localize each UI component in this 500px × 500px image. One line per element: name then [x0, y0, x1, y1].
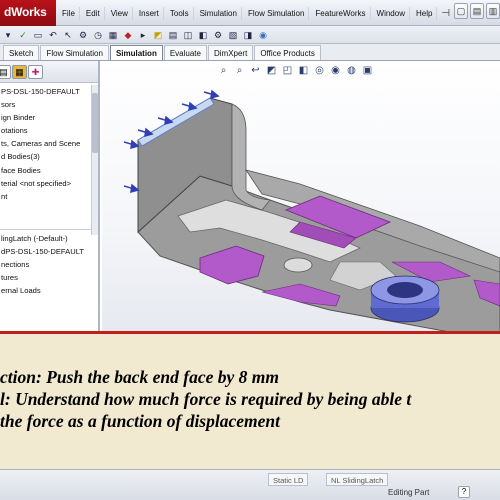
- tree-scrollbar[interactable]: [91, 85, 98, 235]
- tab-sketch[interactable]: Sketch: [3, 45, 40, 60]
- tab-dimxpert[interactable]: DimXpert: [207, 45, 254, 60]
- feature-tree: PS-DSL-150-DEFAULT sors ign Binder otati…: [0, 85, 92, 297]
- latch-model[interactable]: [102, 61, 500, 333]
- tree-item-annotations[interactable]: otations: [0, 124, 92, 137]
- menu-view[interactable]: View: [107, 6, 133, 20]
- standard-toolbar: ▾ ✓ ▭ ↶ ↖ ⚙ ◷ ▦ ◆ ▸ ◩ ▤ ◫ ◧ ⚙ ▧ ◨ ◉: [0, 26, 500, 44]
- tab-simulation[interactable]: Simulation: [109, 45, 163, 60]
- help-icon[interactable]: ?: [458, 486, 470, 498]
- appearance-icon[interactable]: ◉: [257, 29, 269, 41]
- bushing-bore: [387, 282, 423, 298]
- study-tab-static[interactable]: Static LD: [268, 473, 309, 486]
- rebuild-clock-icon[interactable]: ◷: [92, 29, 104, 41]
- config-manager-icon[interactable]: ✚: [28, 65, 43, 79]
- select-icon[interactable]: ↖: [62, 29, 74, 41]
- slide-line-goal: l: Understand how much force is required…: [0, 389, 412, 409]
- command-manager-tabs: Sketch Flow Simulation Simulation Evalua…: [0, 44, 500, 61]
- status-text: Editing Part: [388, 488, 430, 497]
- menu-simulation[interactable]: Simulation: [196, 6, 242, 20]
- menu-flow-simulation[interactable]: Flow Simulation: [244, 6, 310, 20]
- app-logo: dWorks: [0, 0, 56, 26]
- tree-item-design-binder[interactable]: ign Binder: [0, 111, 92, 124]
- options-icon[interactable]: ⚙: [77, 29, 89, 41]
- app-logo-text: dWorks: [4, 5, 47, 19]
- tree-item-connections[interactable]: nections: [0, 258, 92, 271]
- tree-item-blank: [0, 203, 92, 216]
- tab-flow-simulation[interactable]: Flow Simulation: [40, 45, 109, 60]
- file-properties-icon[interactable]: ▦: [107, 29, 119, 41]
- tree-item-fixtures[interactable]: tures: [0, 271, 92, 284]
- menu-window[interactable]: Window: [373, 6, 410, 20]
- tree-item-study[interactable]: lingLatch (-Default-): [0, 232, 92, 245]
- open-icon[interactable]: ▤: [470, 3, 484, 19]
- tree-scrollbar-thumb[interactable]: [92, 93, 98, 153]
- tree-item-study-part[interactable]: dPS-DSL-150-DEFAULT: [0, 245, 92, 258]
- menu-help[interactable]: Help: [412, 6, 438, 20]
- compare-icon[interactable]: ◨: [242, 29, 254, 41]
- menu-pin-icon[interactable]: ⊣: [441, 8, 450, 19]
- tree-item-front-plane[interactable]: nt: [0, 190, 92, 203]
- plot-icon[interactable]: ▤: [167, 29, 179, 41]
- menu-bar: File Edit View Insert Tools Simulation F…: [58, 0, 450, 26]
- latch-hole: [283, 257, 313, 273]
- mesh-icon[interactable]: ◫: [182, 29, 194, 41]
- tree-item-solid-bodies[interactable]: d Bodies(3): [0, 150, 92, 163]
- property-manager-icon[interactable]: ▦: [12, 65, 27, 79]
- tree-item-material[interactable]: terial <not specified>: [0, 177, 92, 190]
- menu-tools[interactable]: Tools: [166, 6, 194, 20]
- tree-item-external-loads[interactable]: ernal Loads: [0, 284, 92, 297]
- menu-featureworks[interactable]: FeatureWorks: [311, 6, 371, 20]
- rebuild-icon[interactable]: ✓: [17, 29, 29, 41]
- menu-file[interactable]: File: [58, 6, 80, 20]
- run-icon[interactable]: ▸: [137, 29, 149, 41]
- dropdown-arrow-icon[interactable]: ▾: [2, 29, 14, 41]
- study-tab-nonlinear[interactable]: NL SlidingLatch: [326, 473, 389, 486]
- settings-icon[interactable]: ⚙: [212, 29, 224, 41]
- title-icons: ▢ ▤ ▥: [454, 3, 500, 19]
- tree-item-sensors[interactable]: sors: [0, 98, 92, 111]
- tab-evaluate[interactable]: Evaluate: [163, 45, 207, 60]
- save-icon[interactable]: ▥: [486, 3, 500, 19]
- tree-divider: [0, 216, 92, 230]
- title-bar: dWorks File Edit View Insert Tools Simul…: [0, 0, 500, 26]
- slide-line-action: ction: Push the back end face by 8 mm: [0, 367, 280, 387]
- results-icon[interactable]: ◩: [152, 29, 164, 41]
- graphics-area[interactable]: ⌕ ⌕ ↩ ◩ ◰ ◧ ◎ ◉ ◍ ▣: [102, 61, 500, 333]
- undo-icon[interactable]: ↶: [47, 29, 59, 41]
- slide-text-panel: ction: Push the back end face by 8 mm l:…: [0, 331, 500, 469]
- menu-insert[interactable]: Insert: [135, 6, 164, 20]
- feature-manager-header: ▤ ▦ ✚: [0, 61, 98, 83]
- new-document-icon[interactable]: ▢: [454, 3, 468, 19]
- menu-edit[interactable]: Edit: [82, 6, 105, 20]
- tree-item-surface-bodies[interactable]: face Bodies: [0, 164, 92, 177]
- status-bar: Static LD NL SlidingLatch Editing Part ?: [0, 469, 500, 500]
- chart-icon[interactable]: ◧: [197, 29, 209, 41]
- tab-office-products[interactable]: Office Products: [254, 45, 321, 60]
- print-icon[interactable]: ▭: [32, 29, 44, 41]
- feature-tree-icon[interactable]: ▤: [0, 65, 11, 79]
- feature-manager-panel: ▤ ▦ ✚ PS-DSL-150-DEFAULT sors ign Binder…: [0, 61, 100, 331]
- report-icon[interactable]: ▧: [227, 29, 239, 41]
- tree-item-part[interactable]: PS-DSL-150-DEFAULT: [0, 85, 92, 98]
- slide-line-force: the force as a function of displacement: [0, 411, 280, 431]
- simulation-study-icon[interactable]: ◆: [122, 29, 134, 41]
- tree-item-lights-cameras[interactable]: ts, Cameras and Scene: [0, 137, 92, 150]
